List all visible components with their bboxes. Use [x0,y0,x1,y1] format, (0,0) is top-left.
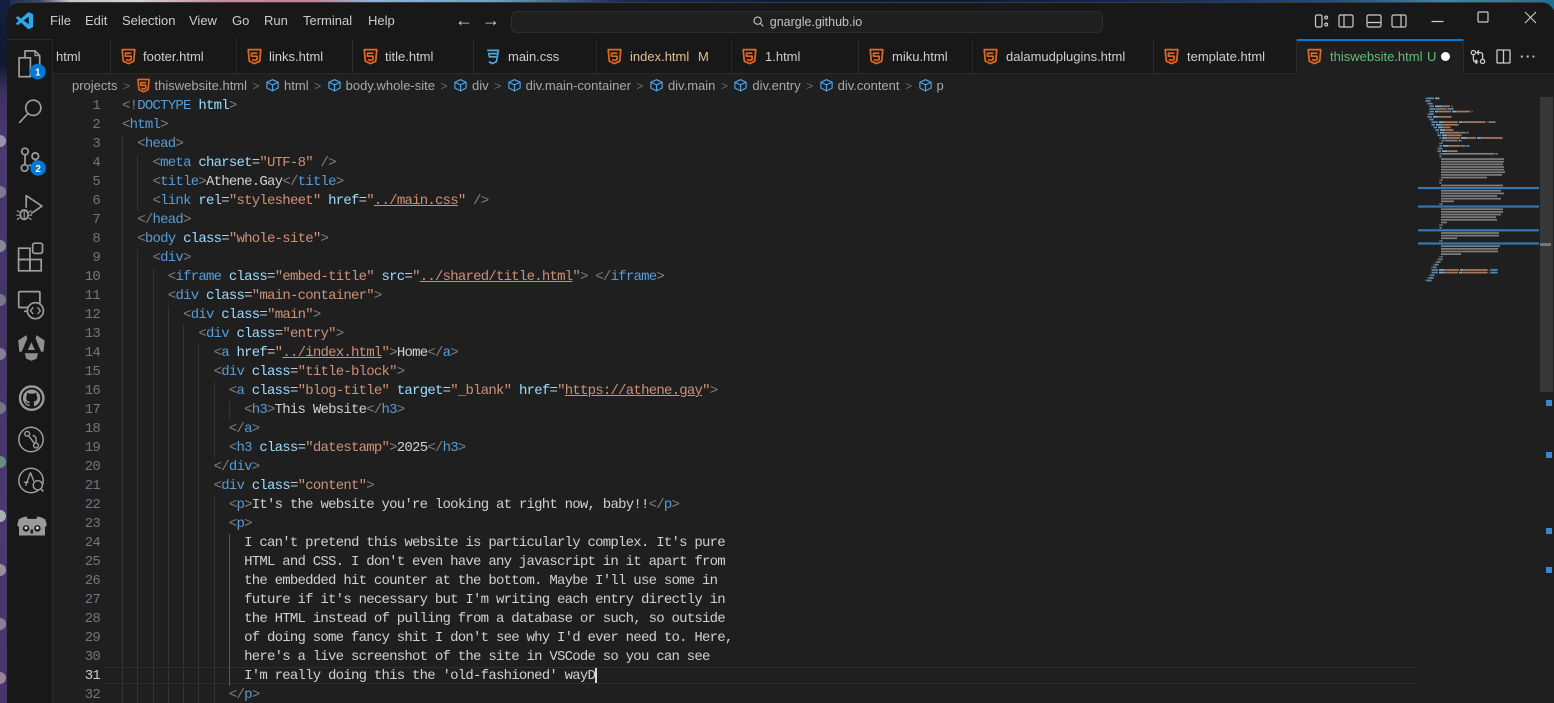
svg-text:2: 2 [35,164,41,175]
svg-text:1: 1 [35,67,41,78]
